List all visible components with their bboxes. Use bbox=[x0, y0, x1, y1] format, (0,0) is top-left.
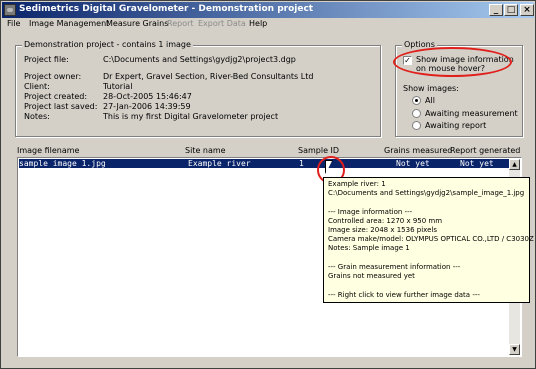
project-last-saved-label: Project last saved: bbox=[24, 102, 98, 111]
minimize-button[interactable]: _ bbox=[489, 4, 503, 16]
radio-all-label: All bbox=[425, 96, 435, 105]
cell-filename: sample image 1.jpg bbox=[19, 159, 106, 168]
cell-grains: Not yet bbox=[396, 159, 430, 168]
tooltip-line: --- Right click to view further image da… bbox=[328, 291, 480, 299]
menu-measure-grains[interactable]: Measure Grains bbox=[106, 19, 168, 28]
cell-report: Not yet bbox=[460, 159, 494, 168]
col-sample-id[interactable]: Sample ID bbox=[298, 146, 339, 155]
radio-all[interactable] bbox=[412, 96, 421, 105]
annotation-ellipse-option bbox=[393, 47, 512, 77]
tooltip-line: --- Grain measurement information --- bbox=[328, 263, 461, 271]
maximize-button[interactable]: □ bbox=[504, 4, 518, 16]
col-report-generated[interactable]: Report generated bbox=[450, 146, 520, 155]
client-value: Tutorial bbox=[103, 82, 133, 91]
project-owner-value: Dr Expert, Gravel Section, River-Bed Con… bbox=[103, 72, 314, 81]
radio-awaiting-report[interactable] bbox=[412, 121, 421, 130]
tooltip-line: Example river: 1 bbox=[328, 180, 386, 188]
project-created-label: Project created: bbox=[24, 92, 88, 101]
show-images-label: Show images: bbox=[403, 84, 459, 93]
menu-export-data[interactable]: Export Data bbox=[198, 19, 246, 28]
tooltip-line: Image size: 2048 x 1536 pixels bbox=[328, 226, 437, 234]
cell-site: Example river bbox=[188, 159, 251, 168]
menu-help[interactable]: Help bbox=[249, 19, 267, 28]
project-created-value: 28-Oct-2005 15:46:47 bbox=[103, 92, 192, 101]
scroll-down-button[interactable]: ▼ bbox=[509, 344, 520, 355]
menu-report[interactable]: Report bbox=[167, 19, 194, 28]
project-group-title: Demonstration project - contains 1 image bbox=[22, 40, 193, 49]
menu-bar: File Image Management Measure Grains Rep… bbox=[2, 18, 534, 32]
notes-value: This is my first Digital Gravelometer pr… bbox=[103, 112, 279, 121]
menu-image-management[interactable]: Image Management bbox=[29, 19, 109, 28]
project-file-label: Project file: bbox=[24, 55, 69, 64]
tooltip-line: --- Image information --- bbox=[328, 208, 413, 216]
title-bar[interactable]: Sedimetrics Digital Gravelometer - Demon… bbox=[2, 2, 534, 18]
notes-label: Notes: bbox=[24, 112, 50, 121]
project-last-saved-value: 27-Jan-2006 14:39:59 bbox=[103, 102, 191, 111]
col-image-filename[interactable]: Image filename bbox=[17, 146, 79, 155]
project-owner-label: Project owner: bbox=[24, 72, 82, 81]
mouse-cursor-fill bbox=[326, 161, 332, 173]
tooltip-line: Camera make/model: OLYMPUS OPTICAL CO.,L… bbox=[328, 235, 534, 243]
menu-file[interactable]: File bbox=[7, 19, 20, 28]
col-site-name[interactable]: Site name bbox=[185, 146, 226, 155]
client-label: Client: bbox=[24, 82, 50, 91]
tooltip-line: C:\Documents and Settings\gydjg2\sample_… bbox=[328, 189, 525, 197]
app-window: Sedimetrics Digital Gravelometer - Demon… bbox=[0, 0, 536, 369]
tooltip-line: Controlled area: 1270 x 950 mm bbox=[328, 217, 443, 225]
radio-awaiting-measurement[interactable] bbox=[412, 109, 421, 118]
app-icon[interactable] bbox=[4, 4, 16, 16]
project-file-value: C:\Documents and Settings\gydjg2\project… bbox=[103, 55, 296, 64]
close-button[interactable]: × bbox=[520, 4, 534, 16]
cell-sample-id: 1 bbox=[299, 159, 304, 168]
radio-awaiting-measurement-label: Awaiting measurement bbox=[425, 109, 518, 118]
table-row[interactable]: sample image 1.jpg Example river 1 Not y… bbox=[19, 159, 509, 168]
table-header: Image filename Site name Sample ID Grain… bbox=[17, 146, 522, 157]
col-grains-measured[interactable]: Grains measured bbox=[384, 146, 452, 155]
scroll-up-button[interactable]: ▲ bbox=[509, 159, 520, 170]
tooltip-line: Notes: Sample image 1 bbox=[328, 244, 410, 252]
window-title: Sedimetrics Digital Gravelometer - Demon… bbox=[19, 4, 314, 14]
image-info-tooltip: Example river: 1 C:\Documents and Settin… bbox=[323, 177, 534, 303]
tooltip-line: Grains not measured yet bbox=[328, 272, 415, 280]
radio-awaiting-report-label: Awaiting report bbox=[425, 121, 487, 130]
project-info-group: Demonstration project - contains 1 image… bbox=[15, 40, 381, 137]
